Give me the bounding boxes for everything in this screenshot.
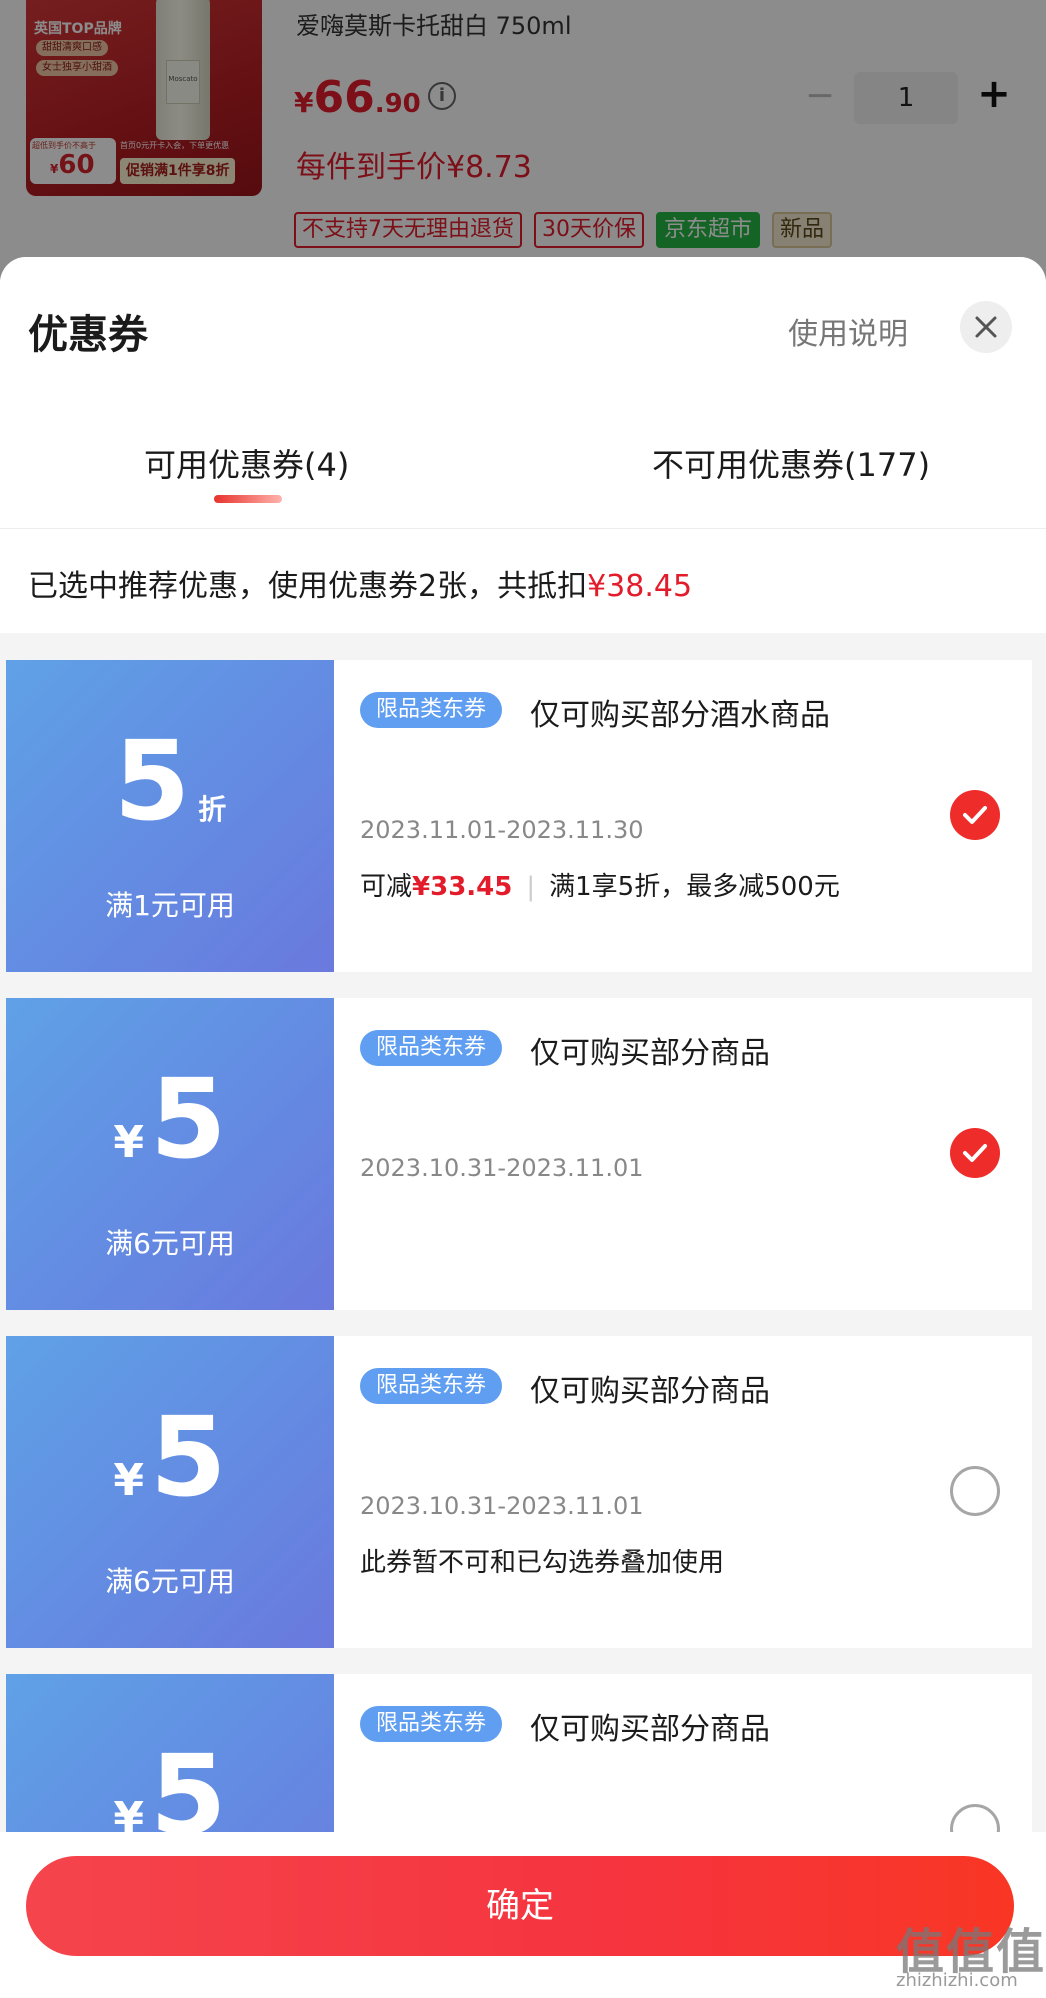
thumb-promo-caption: 首页0元开卡入会，下单更优惠: [120, 141, 230, 150]
product-price: ¥66.90: [294, 72, 421, 123]
quantity-decrease-button[interactable]: −: [800, 78, 840, 116]
selection-summary: 已选中推荐优惠，使用优惠券2张，共抵扣¥38.45: [0, 529, 1046, 633]
coupon-type-badge: 限品类东券: [360, 1368, 503, 1404]
coupon-title: 仅可购买部分商品: [530, 1374, 770, 1409]
thumb-tag: 女士独享小甜酒: [36, 60, 118, 76]
tab-available[interactable]: 可用优惠券(4): [144, 440, 349, 486]
coupon-sheet: 优惠券 使用说明 可用优惠券(4) 不可用优惠券(177) 已选中推荐优惠，使用…: [0, 257, 1046, 1998]
tag-price-protect: 30天价保: [534, 212, 644, 248]
usage-instructions-link[interactable]: 使用说明: [788, 309, 908, 353]
product-thumbnail: 英国TOP品牌 甜甜清爽口感 女士独享小甜酒 Moscato 超低到手价不高于 …: [26, 0, 262, 196]
coupon-value-panel: ¥5 满6元可用: [0, 1336, 334, 1648]
tag-no-return: 不支持7天无理由退货: [294, 212, 522, 248]
close-icon: [975, 316, 997, 338]
coupon-checkbox-unchecked[interactable]: [950, 1466, 1000, 1516]
product-name: 爱嗨莫斯卡托甜白 750ml: [296, 12, 572, 40]
thumb-brand: 英国TOP品牌: [34, 21, 122, 37]
coupon-checkbox-checked[interactable]: [950, 790, 1000, 840]
quantity-increase-button[interactable]: +: [972, 74, 1016, 118]
thumb-promo: 促销满1件享8折: [120, 158, 236, 184]
coupon-description: 可减¥33.45 | 满1享5折，最多减500元: [360, 872, 840, 902]
coupon-value: ¥5: [113, 1055, 227, 1183]
coupon-card[interactable]: 5折 满1元可用 限品类东券 仅可购买部分酒水商品 2023.11.01-202…: [0, 660, 1032, 972]
active-tab-indicator: [214, 495, 282, 503]
coupon-validity: 2023.10.31-2023.11.01: [360, 1492, 644, 1520]
coupon-card[interactable]: ¥5 满6元可用 限品类东券 仅可购买部分商品 2023.10.31-2023.…: [0, 998, 1032, 1310]
coupon-description: 此券暂不可和已勾选券叠加使用: [360, 1548, 725, 1578]
coupon-validity: 2023.10.31-2023.11.01: [360, 1154, 644, 1182]
coupon-condition: 满6元可用: [105, 1227, 235, 1260]
info-icon[interactable]: i: [428, 82, 456, 110]
coupon-condition: 满6元可用: [105, 1565, 235, 1598]
coupon-value-panel: ¥5 满6元可用: [0, 998, 334, 1310]
sheet-footer: 确定: [0, 1832, 1046, 1998]
coupon-type-badge: 限品类东券: [360, 1030, 503, 1066]
coupon-condition: 满1元可用: [105, 889, 235, 922]
coupon-card[interactable]: ¥5 满6元可用 限品类东券 仅可购买部分商品 2023.10.31-2023.…: [0, 1336, 1032, 1648]
close-button[interactable]: [960, 301, 1012, 353]
coupon-type-badge: 限品类东券: [360, 692, 503, 728]
confirm-button[interactable]: 确定: [26, 1856, 1014, 1956]
quantity-field[interactable]: 1: [854, 72, 958, 124]
coupon-title: 仅可购买部分商品: [530, 1036, 770, 1071]
coupon-checkbox-checked[interactable]: [950, 1128, 1000, 1178]
bottle-label: Moscato: [166, 60, 200, 104]
coupon-validity: 2023.11.01-2023.11.30: [360, 816, 644, 844]
coupon-value: ¥5: [113, 1393, 227, 1521]
sheet-header: 优惠券 使用说明 可用优惠券(4) 不可用优惠券(177): [0, 257, 1046, 529]
summary-amount: ¥38.45: [587, 569, 693, 604]
tag-new: 新品: [772, 212, 833, 248]
product-tags: 不支持7天无理由退货 30天价保 京东超市 新品: [294, 212, 833, 248]
product-summary: 英国TOP品牌 甜甜清爽口感 女士独享小甜酒 Moscato 超低到手价不高于 …: [0, 0, 1046, 270]
thumb-tag: 甜甜清爽口感: [36, 40, 108, 56]
sheet-title: 优惠券: [28, 312, 148, 358]
coupon-title: 仅可购买部分酒水商品: [530, 698, 830, 733]
summary-text: 已选中推荐优惠，使用优惠券2张，共抵扣¥38.45: [28, 569, 693, 604]
checkmark-icon: [963, 1144, 987, 1162]
coupon-value-panel: 5折 满1元可用: [0, 660, 334, 972]
coupon-type-badge: 限品类东券: [360, 1706, 503, 1742]
screen: 英国TOP品牌 甜甜清爽口感 女士独享小甜酒 Moscato 超低到手价不高于 …: [0, 0, 1046, 1998]
unit-price: 每件到手价¥8.73: [296, 150, 532, 185]
coupon-title: 仅可购买部分商品: [530, 1712, 770, 1747]
coupon-value: 5折: [113, 717, 227, 845]
checkmark-icon: [963, 806, 987, 824]
tag-jd-supermarket: 京东超市: [656, 212, 761, 248]
watermark-url: zhizhizhi.com: [896, 1970, 1018, 1991]
thumb-price: ¥60: [50, 150, 95, 180]
tab-unavailable[interactable]: 不可用优惠券(177): [652, 440, 930, 486]
